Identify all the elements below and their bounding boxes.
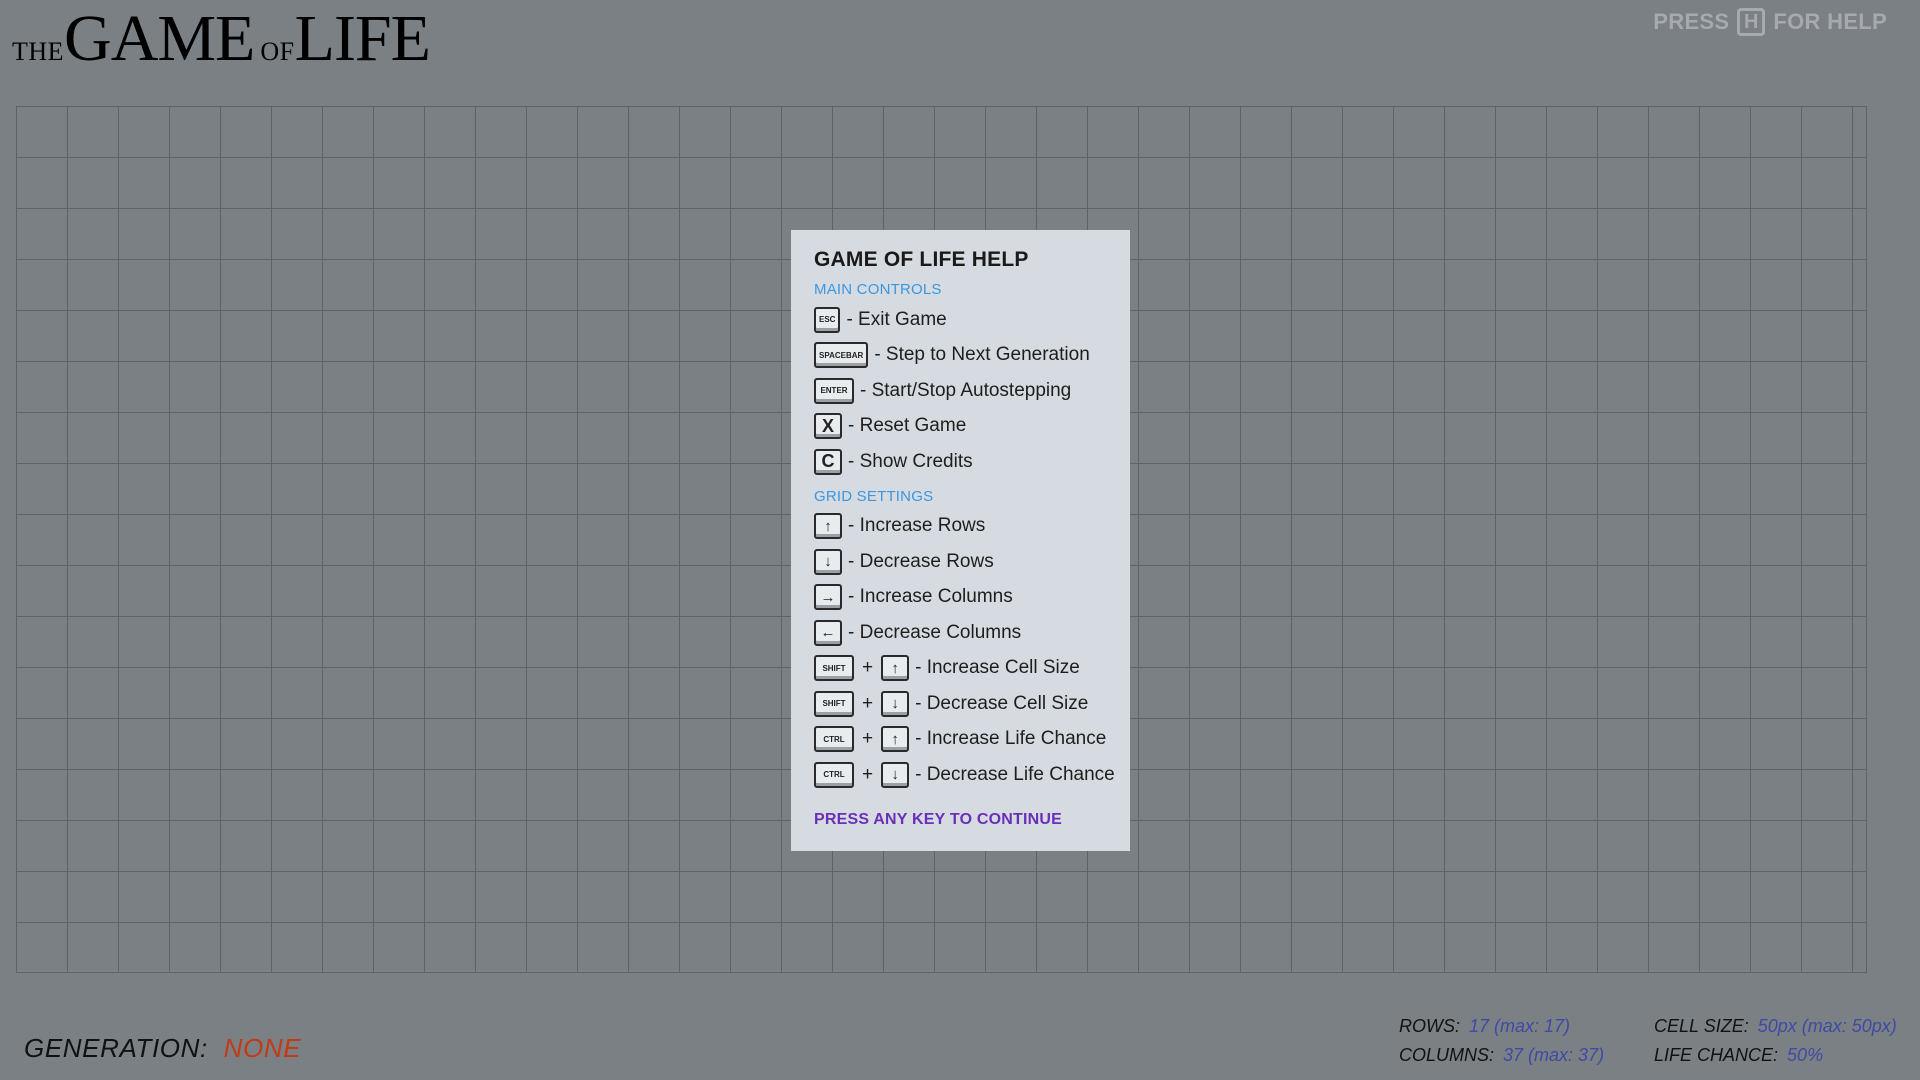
help-row-increase-cell-size: SHIFT + ↑ - Increase Cell Size [814, 651, 1107, 687]
shift-key-icon: SHIFT [814, 655, 854, 682]
help-label: - Decrease Cell Size [915, 692, 1089, 714]
life-chance-status: LIFE CHANCE: 50% [1654, 1045, 1823, 1066]
h-key-icon: H [1737, 8, 1766, 36]
help-row-exit: ESC - Exit Game [814, 302, 1107, 338]
continue-prompt[interactable]: PRESS ANY KEY TO CONTINUE [814, 811, 1107, 829]
help-title: GAME OF LIFE HELP [814, 248, 1029, 271]
columns-status: COLUMNS: 37 (max: 37) [1399, 1045, 1604, 1066]
cell-size-label: CELL SIZE: [1654, 1016, 1749, 1036]
cell-size-status: CELL SIZE: 50px (max: 50px) [1654, 1016, 1897, 1037]
logo-life: LIFE [294, 2, 431, 75]
help-label: - Decrease Life Chance [915, 763, 1115, 785]
help-dialog: GAME OF LIFE HELP MAIN CONTROLS ESC - Ex… [791, 230, 1130, 851]
logo-game: GAME [64, 2, 255, 75]
help-row-autostep: ENTER - Start/Stop Autostepping [814, 373, 1107, 409]
life-chance-value: 50% [1787, 1045, 1824, 1065]
help-label: - Show Credits [848, 450, 973, 472]
logo-of: OF [260, 37, 295, 66]
ctrl-key-icon: CTRL [814, 726, 854, 753]
ctrl-key-icon: CTRL [814, 761, 854, 788]
esc-key-icon: ESC [814, 306, 841, 333]
grid-settings-heading: GRID SETTINGS [814, 487, 934, 505]
arrow-up-key-icon: ↑ [881, 726, 910, 753]
cell-size-value: 50px (max: 50px) [1757, 1016, 1897, 1036]
plus-sign: + [862, 728, 874, 750]
rows-value: 17 (max: 17) [1469, 1016, 1571, 1036]
enter-key-icon: ENTER [814, 377, 854, 404]
generation-value: NONE [223, 1033, 302, 1063]
arrow-right-key-icon: → [814, 584, 842, 611]
columns-label: COLUMNS: [1399, 1045, 1495, 1065]
help-hint-for-help: FOR HELP [1773, 9, 1887, 34]
c-key-icon: C [814, 448, 842, 475]
spacebar-key-icon: SPACEBAR [814, 342, 869, 369]
x-key-icon: X [814, 413, 842, 440]
rows-status: ROWS: 17 (max: 17) [1399, 1016, 1570, 1037]
help-row-step: SPACEBAR - Step to Next Generation [814, 338, 1107, 374]
game-title-logo: THE GAME OF LIFE [12, 2, 431, 75]
help-row-increase-columns: → - Increase Columns [814, 580, 1107, 616]
shift-key-icon: SHIFT [814, 690, 854, 717]
arrow-down-key-icon: ↓ [814, 548, 842, 575]
arrow-left-key-icon: ← [814, 619, 842, 646]
plus-sign: + [862, 692, 874, 714]
help-label: - Increase Cell Size [915, 657, 1080, 679]
arrow-down-key-icon: ↓ [881, 690, 910, 717]
arrow-up-key-icon: ↑ [814, 513, 842, 540]
help-label: - Increase Columns [848, 586, 1013, 608]
help-row-reset: X - Reset Game [814, 409, 1107, 445]
life-chance-label: LIFE CHANCE: [1654, 1045, 1779, 1065]
generation-label: GENERATION: [24, 1033, 208, 1063]
arrow-down-key-icon: ↓ [881, 761, 910, 788]
help-label: - Step to Next Generation [874, 344, 1090, 366]
help-row-increase-rows: ↑ - Increase Rows [814, 509, 1107, 545]
rows-label: ROWS: [1399, 1016, 1460, 1036]
plus-sign: + [862, 763, 874, 785]
help-label: - Start/Stop Autostepping [860, 379, 1072, 401]
help-hint-press: PRESS [1653, 9, 1730, 34]
help-label: - Exit Game [846, 308, 947, 330]
help-label: - Increase Life Chance [915, 728, 1107, 750]
help-label: - Reset Game [848, 415, 967, 437]
help-hint: PRESS H FOR HELP [1653, 8, 1887, 36]
plus-sign: + [862, 657, 874, 679]
columns-value: 37 (max: 37) [1503, 1045, 1605, 1065]
help-row-decrease-columns: ← - Decrease Columns [814, 615, 1107, 651]
help-label: - Decrease Rows [848, 550, 994, 572]
help-row-credits: C - Show Credits [814, 444, 1107, 480]
help-row-decrease-cell-size: SHIFT + ↓ - Decrease Cell Size [814, 686, 1107, 722]
generation-status: GENERATION: NONE [24, 1033, 301, 1064]
help-label: - Decrease Columns [848, 621, 1022, 643]
logo-the: THE [12, 37, 65, 66]
help-row-decrease-life-chance: CTRL + ↓ - Decrease Life Chance [814, 757, 1115, 793]
help-label: - Increase Rows [848, 515, 986, 537]
help-row-increase-life-chance: CTRL + ↑ - Increase Life Chance [814, 722, 1107, 758]
help-row-decrease-rows: ↓ - Decrease Rows [814, 544, 1107, 580]
main-controls-heading: MAIN CONTROLS [814, 281, 942, 298]
arrow-up-key-icon: ↑ [881, 655, 910, 682]
